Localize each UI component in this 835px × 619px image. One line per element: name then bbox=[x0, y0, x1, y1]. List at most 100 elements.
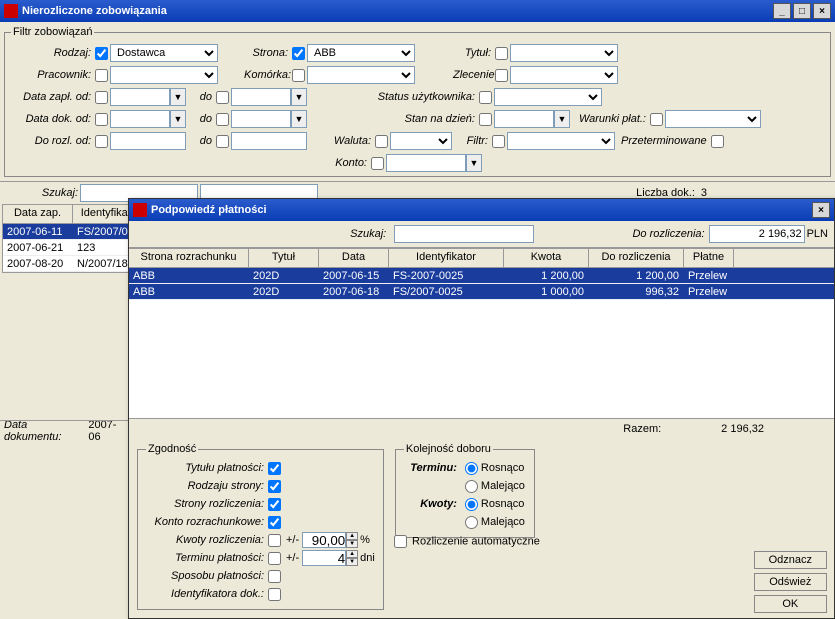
zg-konto-chk[interactable] bbox=[268, 516, 281, 529]
sub-row[interactable]: ABB202D2007-06-18FS/2007-00251 000,00996… bbox=[129, 284, 834, 300]
zg-termin-input[interactable] bbox=[302, 550, 346, 566]
datadok-do-checkbox[interactable] bbox=[216, 113, 229, 126]
dorozl-do-checkbox[interactable] bbox=[216, 135, 229, 148]
dorozl-do-input[interactable] bbox=[231, 132, 307, 150]
razem-label: Razem: bbox=[623, 423, 661, 435]
strona-combo[interactable]: ABB bbox=[307, 44, 415, 62]
datazapl-do-input[interactable] bbox=[231, 88, 291, 106]
waluta-checkbox[interactable] bbox=[375, 135, 388, 148]
zg-sposob-label: Sposobu płatności: bbox=[146, 570, 266, 582]
strona-checkbox[interactable] bbox=[292, 47, 305, 60]
sub-cell: 996,32 bbox=[589, 286, 684, 298]
pracownik-checkbox[interactable] bbox=[95, 69, 108, 82]
filtr2-checkbox[interactable] bbox=[492, 135, 505, 148]
datazapl-do-checkbox[interactable] bbox=[216, 91, 229, 104]
zg-kwoty-input[interactable] bbox=[302, 532, 346, 548]
szukaj-label: Szukaj: bbox=[8, 187, 80, 199]
odswiez-button[interactable]: Odśwież bbox=[754, 573, 827, 591]
sub-col-0[interactable]: Strona rozrachunku bbox=[129, 249, 249, 267]
waluta-combo[interactable] bbox=[390, 132, 452, 150]
warunki-combo[interactable] bbox=[665, 110, 761, 128]
statusuz-combo[interactable] bbox=[494, 88, 602, 106]
maximize-button[interactable]: □ bbox=[793, 3, 811, 19]
przeterm-checkbox[interactable] bbox=[711, 135, 724, 148]
sub-dorozl-input[interactable] bbox=[709, 225, 805, 243]
kol-rosnaco-2: Rosnąco bbox=[481, 498, 524, 510]
minimize-button[interactable]: _ bbox=[773, 3, 791, 19]
sub-col-2[interactable]: Data bbox=[319, 249, 389, 267]
stan-input[interactable] bbox=[494, 110, 554, 128]
main-titlebar: Nierozliczone zobowiązania _ □ × bbox=[0, 0, 835, 22]
kol-kwoty-rosnaco[interactable] bbox=[465, 498, 478, 511]
dorozl-label: Do rozl. od: bbox=[11, 135, 93, 147]
konto-checkbox[interactable] bbox=[371, 157, 384, 170]
sub-dorozl-currency: PLN bbox=[807, 228, 828, 240]
kol-rosnaco-1: Rosnąco bbox=[481, 462, 524, 474]
kol-terminu-rosnaco[interactable] bbox=[465, 462, 478, 475]
zg-termin-chk[interactable] bbox=[268, 552, 281, 565]
konto-drop[interactable] bbox=[466, 154, 482, 172]
zg-termin-spin[interactable]: ▲▼ bbox=[346, 550, 358, 566]
warunki-checkbox[interactable] bbox=[650, 113, 663, 126]
datadok-od-drop[interactable] bbox=[170, 110, 186, 128]
kol-terminu-malejaco[interactable] bbox=[465, 480, 478, 493]
sub-cell: 2007-06-18 bbox=[319, 286, 389, 298]
zg-rodzaj-chk[interactable] bbox=[268, 480, 281, 493]
kolejnosc-group: Kolejność doboru Terminu: Rosnąco Maleją… bbox=[395, 443, 535, 538]
komorka-combo[interactable] bbox=[307, 66, 415, 84]
ok-button[interactable]: OK bbox=[754, 595, 827, 613]
zg-termin-label: Terminu płatności: bbox=[146, 552, 266, 564]
zg-strona-chk[interactable] bbox=[268, 498, 281, 511]
sub-col-1[interactable]: Tytuł bbox=[249, 249, 319, 267]
sub-cell: 2007-06-15 bbox=[319, 270, 389, 282]
sub-col-3[interactable]: Identyfikator bbox=[389, 249, 504, 267]
datadok-od-input[interactable] bbox=[110, 110, 170, 128]
kol-kwoty-malejaco[interactable] bbox=[465, 516, 478, 529]
zg-tytul-chk[interactable] bbox=[268, 462, 281, 475]
strona-label: Strona: bbox=[244, 47, 290, 59]
zg-ident-label: Identyfikatora dok.: bbox=[146, 588, 266, 600]
dorozl-od-input[interactable] bbox=[110, 132, 186, 150]
datadok-do-drop[interactable] bbox=[291, 110, 307, 128]
zlecenie-combo[interactable] bbox=[510, 66, 618, 84]
zg-kwoty-spin[interactable]: ▲▼ bbox=[346, 532, 358, 548]
datazapl-od-input[interactable] bbox=[110, 88, 170, 106]
zg-ident-chk[interactable] bbox=[268, 588, 281, 601]
sub-col-5[interactable]: Do rozliczenia bbox=[589, 249, 684, 267]
rozlauto-checkbox[interactable] bbox=[394, 535, 407, 548]
close-button[interactable]: × bbox=[813, 3, 831, 19]
datadok-do-input[interactable] bbox=[231, 110, 291, 128]
sub-szukaj-input[interactable] bbox=[394, 225, 534, 243]
waluta-label: Waluta: bbox=[327, 135, 373, 147]
statusuz-checkbox[interactable] bbox=[479, 91, 492, 104]
sub-cell: 202D bbox=[249, 270, 319, 282]
pracownik-combo[interactable] bbox=[110, 66, 218, 84]
datadok-checkbox[interactable] bbox=[95, 113, 108, 126]
rodzaj-checkbox[interactable] bbox=[95, 47, 108, 60]
konto-label: Konto: bbox=[323, 157, 369, 169]
stan-checkbox[interactable] bbox=[479, 113, 492, 126]
datazapl-do-drop[interactable] bbox=[291, 88, 307, 106]
datazapl-checkbox[interactable] bbox=[95, 91, 108, 104]
sub-row[interactable]: ABB202D2007-06-15FS-2007-00251 200,001 2… bbox=[129, 268, 834, 284]
odznacz-button[interactable]: Odznacz bbox=[754, 551, 827, 569]
sub-col-6[interactable]: Płatne bbox=[684, 249, 734, 267]
do2-label: do bbox=[186, 113, 214, 125]
zlecenie-checkbox[interactable] bbox=[495, 69, 508, 82]
konto-input[interactable] bbox=[386, 154, 466, 172]
main-col-0[interactable]: Data zap. bbox=[3, 205, 73, 223]
dorozl-checkbox[interactable] bbox=[95, 135, 108, 148]
rodzaj-combo[interactable]: Dostawca bbox=[110, 44, 218, 62]
stan-drop[interactable] bbox=[554, 110, 570, 128]
zg-kwoty-chk[interactable] bbox=[268, 534, 281, 547]
tytul-combo[interactable] bbox=[510, 44, 618, 62]
sub-cell: FS/2007-0025 bbox=[389, 286, 504, 298]
datazapl-od-drop[interactable] bbox=[170, 88, 186, 106]
filtr2-combo[interactable] bbox=[507, 132, 615, 150]
komorka-checkbox[interactable] bbox=[292, 69, 305, 82]
sub-col-4[interactable]: Kwota bbox=[504, 249, 589, 267]
zg-sposob-chk[interactable] bbox=[268, 570, 281, 583]
tytul-checkbox[interactable] bbox=[495, 47, 508, 60]
do3-label: do bbox=[186, 135, 214, 147]
sub-close-button[interactable]: × bbox=[812, 202, 830, 218]
